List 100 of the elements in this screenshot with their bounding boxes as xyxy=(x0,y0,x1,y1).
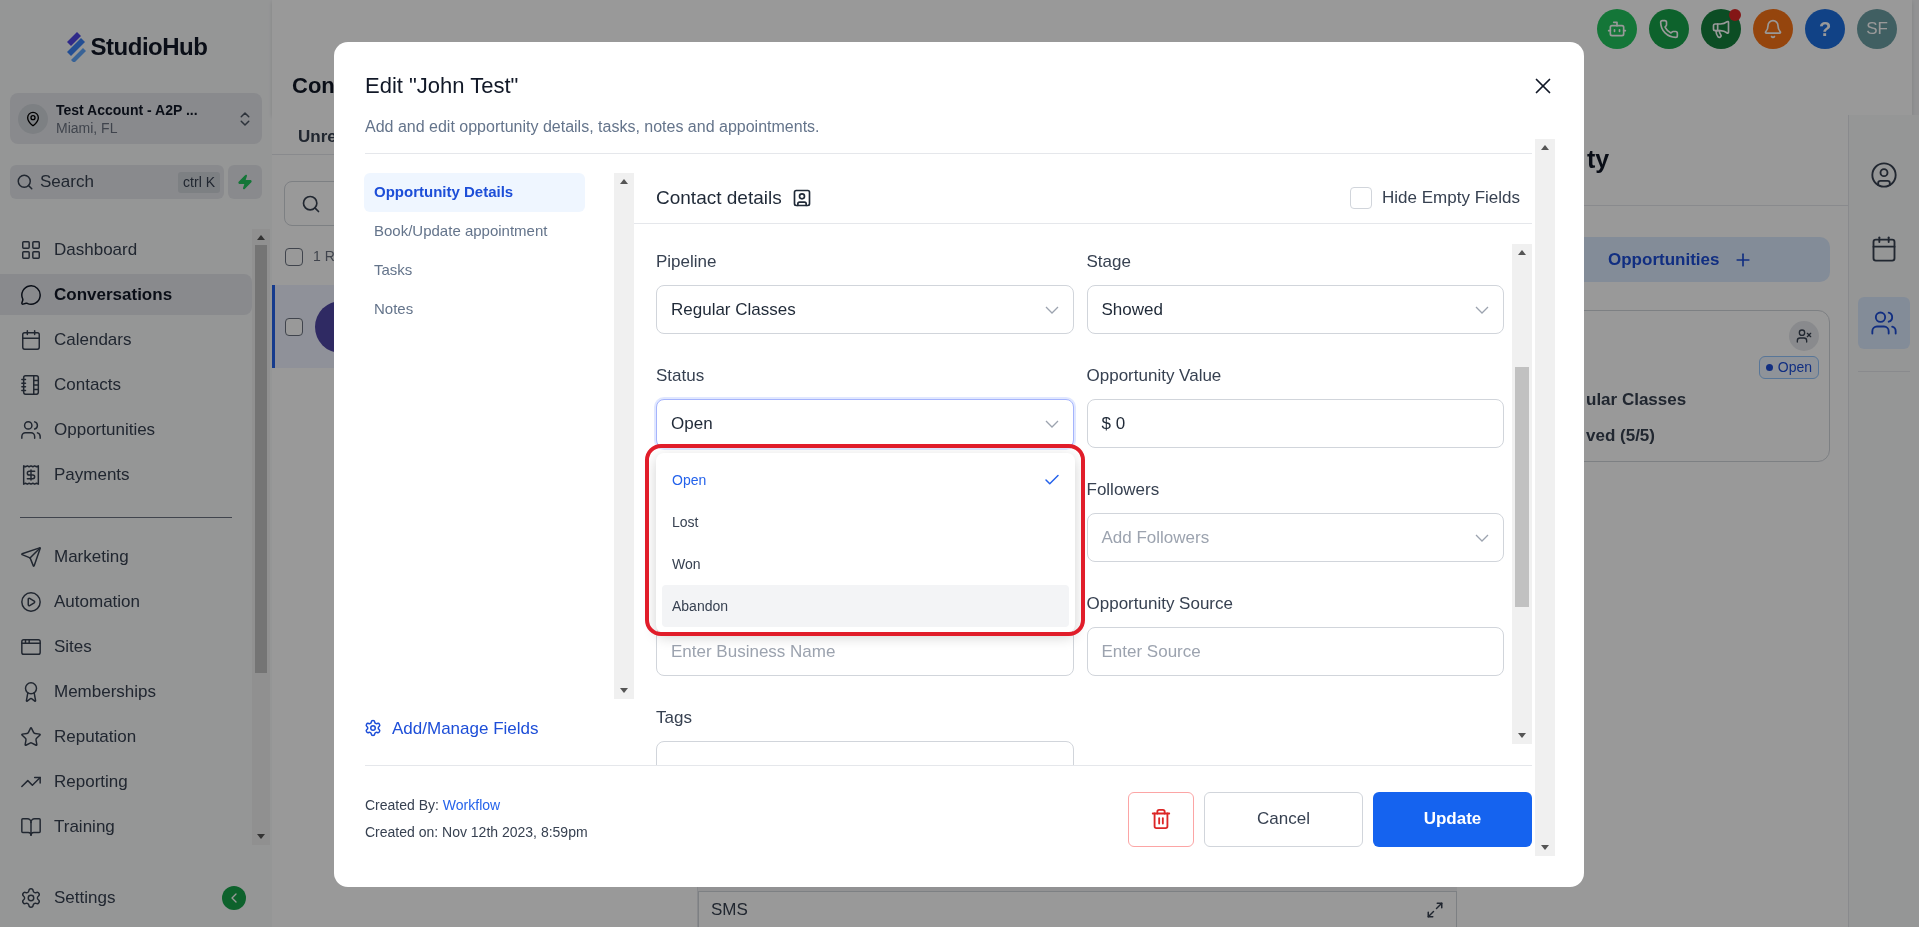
collapse-button[interactable] xyxy=(222,886,246,910)
menu-option[interactable]: Open xyxy=(662,459,1069,501)
scroll-down-icon[interactable] xyxy=(1518,733,1526,738)
robot-icon xyxy=(1607,19,1627,39)
account-name: Test Account - A2P ... xyxy=(56,100,199,119)
menu-option[interactable]: Lost xyxy=(662,501,1069,543)
help-button[interactable]: ? xyxy=(1805,9,1845,49)
cancel-button[interactable]: Cancel xyxy=(1204,791,1363,847)
shortcut-badge: ctrl K xyxy=(178,171,220,193)
megaphone-icon xyxy=(1711,19,1731,39)
field-label: Pipeline xyxy=(656,252,717,271)
person-remove-icon xyxy=(1796,328,1812,344)
scroll-up-icon[interactable] xyxy=(257,235,265,240)
robot-button[interactable] xyxy=(1597,9,1637,49)
sidebar-item[interactable]: Sites xyxy=(0,626,252,667)
pipeline-text: ular Classes xyxy=(1586,389,1688,411)
megaphone-button[interactable] xyxy=(1701,9,1741,49)
sidebar-item[interactable]: Reputation xyxy=(0,716,252,757)
sidebar-item[interactable]: Payments xyxy=(0,454,252,495)
update-button[interactable]: Update xyxy=(1373,791,1532,847)
tab[interactable]: Unre xyxy=(298,123,337,154)
dialog-nav-item[interactable]: Opportunity Details xyxy=(364,173,585,212)
quick-action-button[interactable] xyxy=(228,165,262,199)
scroll-down-icon[interactable] xyxy=(257,834,265,839)
delete-button[interactable] xyxy=(1128,791,1194,847)
settings-icon xyxy=(20,887,42,909)
select-field[interactable]: Showed xyxy=(1086,285,1504,334)
bell-icon xyxy=(1763,19,1783,39)
settings-link[interactable]: Settings xyxy=(20,885,116,911)
book-icon xyxy=(20,815,42,838)
menu-option[interactable]: Abandon xyxy=(662,585,1069,627)
rail-button[interactable] xyxy=(1858,297,1910,349)
account-switcher[interactable]: Test Account - A2P ... Miami, FL xyxy=(10,93,262,144)
logo-text: StudioHub xyxy=(90,31,208,62)
phone-button[interactable] xyxy=(1649,9,1689,49)
sidebar-item[interactable]: Training xyxy=(0,806,252,847)
sidebar-item[interactable]: Opportunities xyxy=(0,409,252,450)
account-location: Miami, FL xyxy=(56,118,119,137)
scroll-down-icon[interactable] xyxy=(620,688,628,693)
checkbox[interactable] xyxy=(285,317,303,336)
section-title: Contact details xyxy=(656,185,782,210)
location-icon xyxy=(18,103,48,134)
expand-icon[interactable] xyxy=(1426,900,1444,919)
search-field[interactable]: Search ctrl K xyxy=(10,165,224,199)
lightning-icon xyxy=(237,174,253,190)
unassign-button[interactable] xyxy=(1789,321,1819,351)
scrollbar[interactable] xyxy=(1535,139,1555,856)
channel-label: SMS xyxy=(711,898,748,921)
dialog-nav-item[interactable]: Book/Update appointment xyxy=(364,212,585,251)
checkbox[interactable] xyxy=(285,247,303,266)
calendar-icon xyxy=(1870,235,1898,263)
scroll-down-icon[interactable] xyxy=(1541,845,1549,850)
scroll-up-icon[interactable] xyxy=(1541,145,1549,150)
dialog-nav-item[interactable]: Notes xyxy=(364,290,585,329)
field-label: Followers xyxy=(1086,480,1160,499)
menu-option[interactable]: Won xyxy=(662,543,1069,585)
created-on-text: Created on: Nov 12th 2023, 8:59pm xyxy=(365,823,588,842)
scrollbar[interactable] xyxy=(1512,244,1532,744)
sidebar-item[interactable]: Automation xyxy=(0,581,252,622)
manage-fields-link[interactable]: Add/Manage Fields xyxy=(364,715,585,741)
scroll-up-icon[interactable] xyxy=(620,179,628,184)
bell-button[interactable] xyxy=(1753,9,1793,49)
input-field[interactable]: $ 0 xyxy=(1086,399,1504,448)
page-title: Con xyxy=(292,73,335,98)
star-icon xyxy=(20,725,42,748)
dialog-nav-item[interactable]: Tasks xyxy=(364,251,585,290)
status-badge: Open xyxy=(1758,356,1819,379)
scroll-up-icon[interactable] xyxy=(1518,250,1526,255)
sidebar-item[interactable]: Dashboard xyxy=(0,229,252,270)
checkbox-label: Hide Empty Fields xyxy=(1382,187,1520,210)
play-circle-icon xyxy=(20,590,42,613)
scrollbar[interactable] xyxy=(252,229,270,845)
sidebar-item[interactable]: Marketing xyxy=(0,536,252,577)
receipt-icon xyxy=(20,463,42,486)
sidebar-item[interactable]: Memberships xyxy=(0,671,252,712)
sidebar-item[interactable]: Calendars xyxy=(0,319,252,360)
created-by-text: Created By: Workflow xyxy=(365,796,502,815)
sidebar-item[interactable]: Contacts xyxy=(0,364,252,405)
search-icon xyxy=(16,173,34,191)
select-field[interactable]: Regular Classes xyxy=(656,285,1074,334)
stage-text: ved (5/5) xyxy=(1586,424,1656,447)
grid-icon xyxy=(20,238,42,261)
sidebar-item[interactable]: Conversations xyxy=(0,274,252,315)
scrollbar-thumb[interactable] xyxy=(1515,367,1529,607)
sidebar-item[interactable]: Reporting xyxy=(0,761,252,802)
trash-icon xyxy=(1150,808,1172,830)
field-label: Opportunity Source xyxy=(1086,594,1233,613)
select-field[interactable]: Open xyxy=(656,399,1074,448)
notebook-icon xyxy=(20,373,42,396)
chevron-down-icon xyxy=(1475,533,1489,542)
chevron-down-icon xyxy=(1044,419,1059,428)
creator-link[interactable]: Workflow xyxy=(442,797,501,813)
dialog-title: Edit "John Test" xyxy=(365,72,519,100)
contact-card-icon xyxy=(791,188,812,208)
field-label: Opportunity Value xyxy=(1086,366,1222,385)
scrollbar-thumb[interactable] xyxy=(255,245,267,673)
chevron-down-icon xyxy=(1475,305,1489,314)
scrollbar[interactable] xyxy=(614,173,634,699)
calendar-icon xyxy=(20,328,42,351)
field-label: Stage xyxy=(1086,252,1131,271)
